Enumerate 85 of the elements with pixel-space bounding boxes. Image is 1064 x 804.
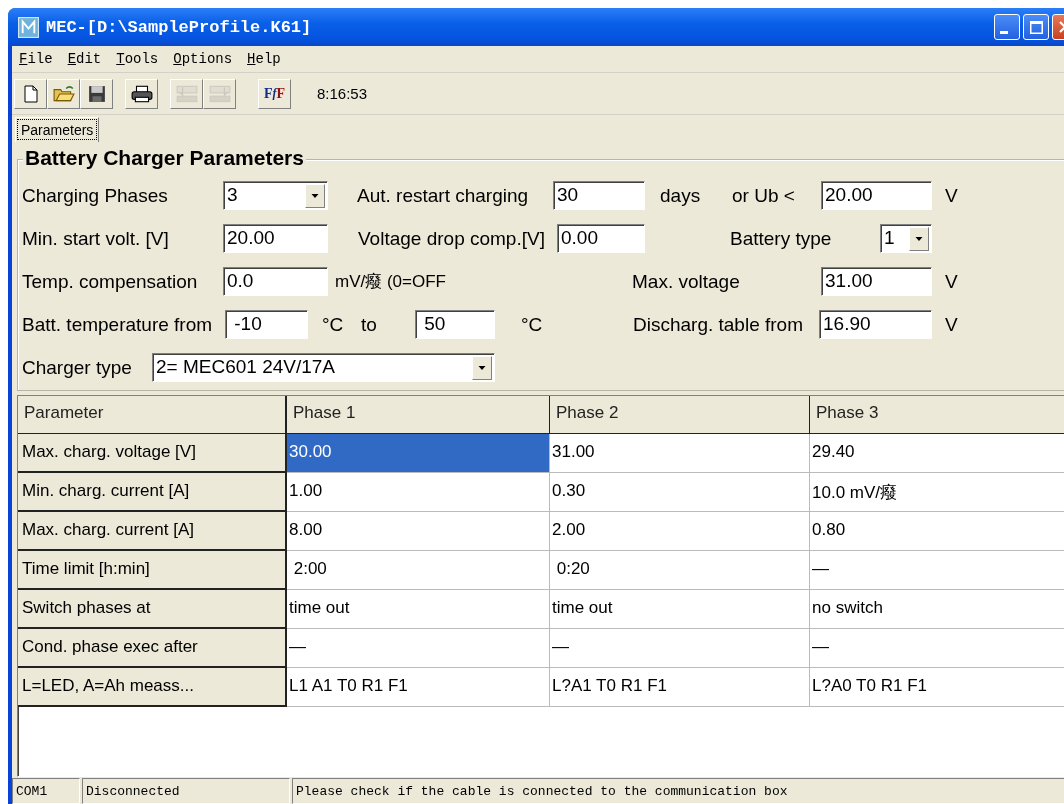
table-cell[interactable]: time out xyxy=(550,590,810,629)
new-file-icon xyxy=(22,83,39,104)
unit-label: V xyxy=(944,313,958,336)
table-cell[interactable]: time out xyxy=(287,590,550,629)
row-header[interactable]: L=LED, A=Ah meass... xyxy=(18,668,287,707)
table-cell[interactable]: 1.00 xyxy=(287,473,550,512)
tab[interactable]: Parameters xyxy=(15,117,100,142)
input-field[interactable]: -10 xyxy=(225,310,308,339)
minimize-button[interactable] xyxy=(994,14,1020,40)
field-label: Charging Phases xyxy=(22,184,169,207)
table-cell[interactable]: 8.00 xyxy=(287,512,550,551)
row-header[interactable]: Switch phases at xyxy=(18,590,287,629)
table-cell[interactable]: — xyxy=(550,629,810,668)
field-label: Max. voltage xyxy=(632,270,741,293)
field-label: Temp. compensation xyxy=(22,270,199,293)
unit-label: V xyxy=(944,270,958,293)
field-label: Aut. restart charging xyxy=(356,184,530,207)
menu-item[interactable]: Tools xyxy=(116,51,159,67)
input-field[interactable]: 50 xyxy=(415,310,495,339)
table-cell[interactable]: 0:20 xyxy=(550,551,810,590)
dropdown[interactable]: 2= MEC601 24V/17A xyxy=(152,353,495,382)
row-header[interactable]: Min. charg. current [A] xyxy=(18,473,287,512)
clock: 8:16:53 xyxy=(317,85,368,102)
table-arrow-icon xyxy=(174,83,199,104)
table-arrow-icon xyxy=(207,83,232,104)
table-cell[interactable]: 2:00 xyxy=(287,551,550,590)
input-field[interactable]: 0.00 xyxy=(557,224,645,253)
row-header[interactable]: Max. charg. current [A] xyxy=(18,512,287,551)
status-pane: Disconnected xyxy=(82,778,290,804)
table-cell[interactable]: 31.00 xyxy=(550,434,810,473)
field-label: Battery type xyxy=(729,227,833,250)
menu-item[interactable]: Edit xyxy=(67,51,102,67)
maximize-icon xyxy=(1029,20,1043,34)
row-header[interactable]: Max. charg. voltage [V] xyxy=(18,434,287,473)
new-button[interactable] xyxy=(14,78,47,109)
menu-item[interactable]: Options xyxy=(173,51,233,67)
input-field[interactable]: 0.0 xyxy=(223,267,328,296)
status-pane: Please check if the cable is connected to the communication box xyxy=(292,778,1064,804)
printer-icon xyxy=(130,84,153,103)
table-cell[interactable]: 2.00 xyxy=(550,512,810,551)
input-field[interactable]: 30 xyxy=(553,181,645,210)
save-button[interactable] xyxy=(80,78,113,109)
maximize-button[interactable] xyxy=(1023,14,1049,40)
field-label: or Ub < xyxy=(732,184,796,207)
print-button[interactable] xyxy=(125,78,158,109)
field-label: to xyxy=(360,313,378,336)
table-cell[interactable]: 30.00 xyxy=(287,434,550,473)
folder-icon xyxy=(52,84,75,103)
unit-label: °C xyxy=(321,313,345,336)
unit-label: mV/癈 (0=OFF xyxy=(334,271,447,293)
column-header: Phase 2 xyxy=(550,396,810,434)
window-title: MEC-[D:\SampleProfile.K61] xyxy=(46,17,312,37)
dropdown[interactable]: 3 xyxy=(223,181,328,210)
field-label: Min. start volt. [V] xyxy=(22,227,170,250)
input-field[interactable]: 20.00 xyxy=(223,224,328,253)
app-icon xyxy=(18,16,39,38)
caret-icon xyxy=(311,194,319,198)
field-label: Charger type xyxy=(22,356,133,379)
minimize-icon xyxy=(1000,30,1008,34)
unit-label: °C xyxy=(520,313,544,336)
table-cell[interactable]: L1 A1 T0 R1 F1 xyxy=(287,668,550,707)
formula-button[interactable]: FfF xyxy=(258,78,291,109)
field-label: Voltage drop comp.[V] xyxy=(357,227,546,250)
input-field[interactable]: 16.90 xyxy=(819,310,932,339)
menu-item[interactable]: Help xyxy=(247,51,281,67)
column-header: Parameter xyxy=(18,396,287,434)
row-header[interactable]: Time limit [h:min] xyxy=(18,551,287,590)
column-header: Phase 3 xyxy=(810,396,1064,434)
caret-icon xyxy=(915,237,923,241)
caret-icon xyxy=(478,366,486,370)
menu-item[interactable]: File xyxy=(19,51,53,67)
field-label: Discharg. table from xyxy=(633,313,804,336)
row-header[interactable]: Cond. phase exec after xyxy=(18,629,287,668)
column-header: Phase 1 xyxy=(287,396,550,434)
table-cell[interactable]: — xyxy=(287,629,550,668)
status-pane: COM1 xyxy=(12,778,80,804)
input-field[interactable]: 20.00 xyxy=(821,181,932,210)
unit-label: days xyxy=(659,184,702,207)
input-field[interactable]: 31.00 xyxy=(821,267,932,296)
open-button[interactable] xyxy=(47,78,80,109)
dropdown[interactable]: 1 xyxy=(880,224,932,253)
table-cell[interactable]: 0.30 xyxy=(550,473,810,512)
unit-label: V xyxy=(944,184,958,207)
table-cell[interactable]: L?A1 T0 R1 F1 xyxy=(550,668,810,707)
field-label: Batt. temperature from xyxy=(22,313,214,336)
